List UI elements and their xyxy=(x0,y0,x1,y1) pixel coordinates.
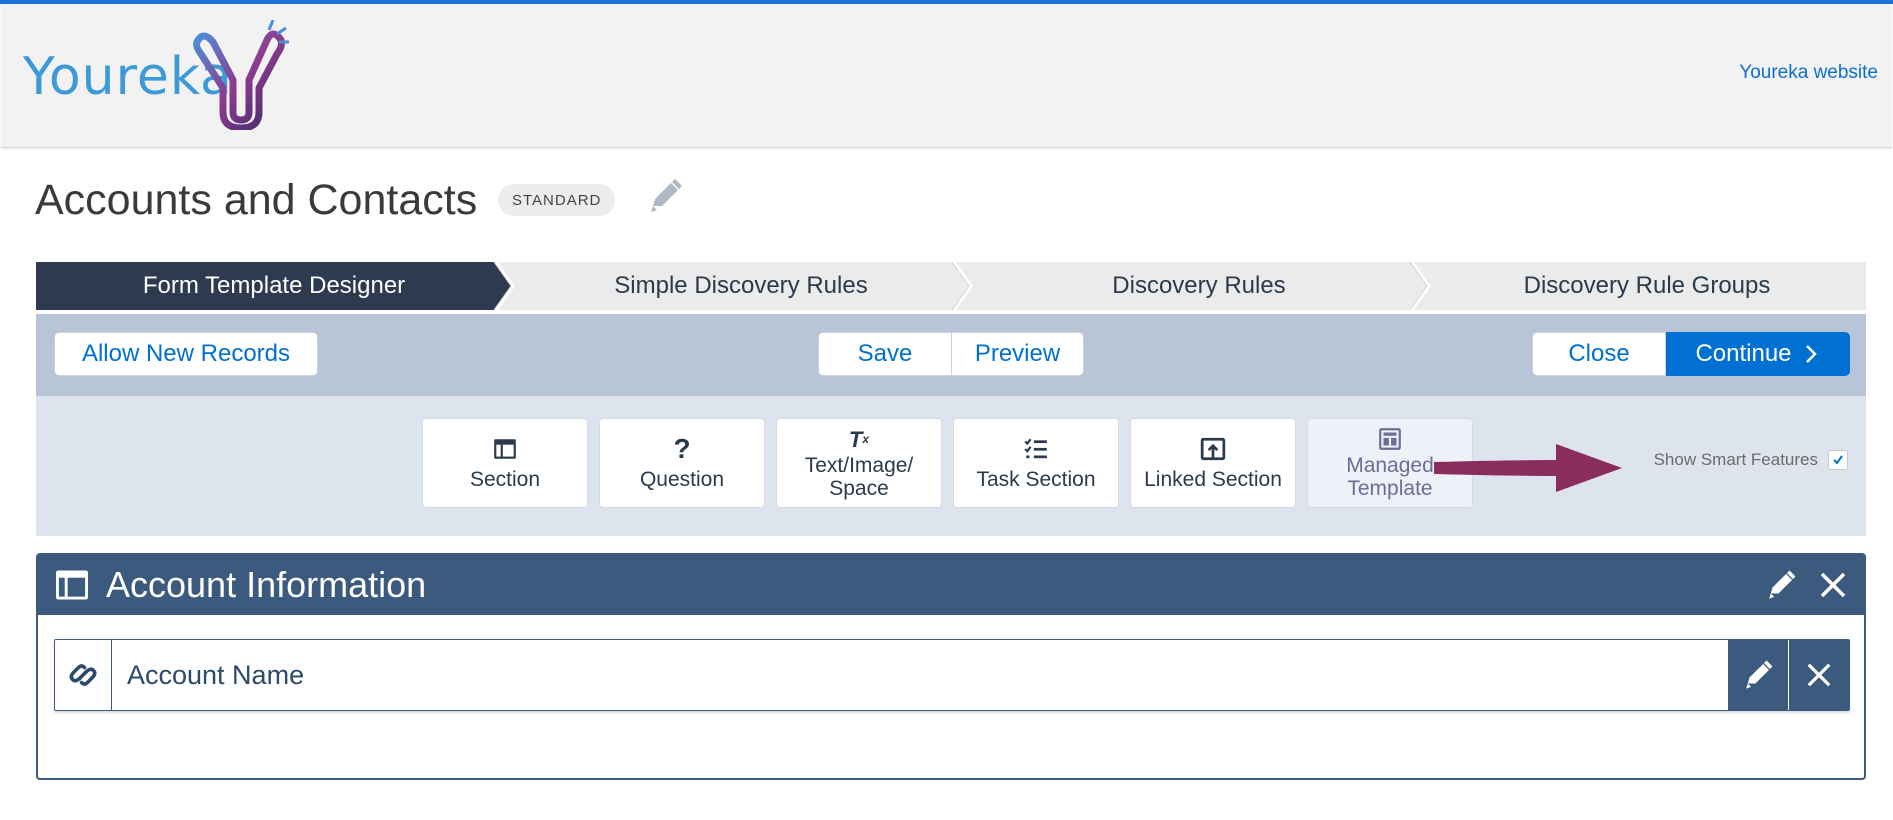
palette-task-section-tile[interactable]: Task Section xyxy=(953,418,1119,508)
annotation-arrow-icon xyxy=(1434,444,1622,492)
checkmark-icon xyxy=(1833,455,1843,465)
edit-title-pencil-icon[interactable] xyxy=(645,176,685,216)
edit-section-pencil-icon[interactable] xyxy=(1756,555,1806,615)
path-step-simple-discovery-rules[interactable]: Simple Discovery Rules xyxy=(512,262,970,310)
checklist-icon xyxy=(1024,438,1047,458)
continue-button[interactable]: Continue xyxy=(1666,332,1850,376)
path-step-discovery-rule-groups[interactable]: Discovery Rule Groups xyxy=(1428,262,1866,310)
progress-path: Form Template Designer Simple Discovery … xyxy=(36,262,1866,310)
palette-managed-template-label: Managed Template xyxy=(1346,454,1434,500)
save-preview-group: Save Preview xyxy=(818,332,1084,376)
section-title: Account Information xyxy=(106,564,427,605)
show-smart-features-toggle: Show Smart Features xyxy=(1654,450,1848,470)
text-format-icon: Tx xyxy=(848,426,870,452)
logo-y-mark xyxy=(193,20,289,130)
palette-task-section-label: Task Section xyxy=(976,467,1096,491)
close-continue-group: Close Continue xyxy=(1532,332,1850,376)
allow-new-records-button[interactable]: Allow New Records xyxy=(54,332,318,376)
question-icon: ? xyxy=(673,433,691,464)
palette-question-tile[interactable]: ? Question xyxy=(599,418,765,508)
app-header: Youreka Youreka website xyxy=(1,4,1892,148)
close-button[interactable]: Close xyxy=(1532,332,1666,376)
page-title: Accounts and Contacts xyxy=(35,176,478,224)
preview-button[interactable]: Preview xyxy=(952,332,1084,376)
chevron-right-icon xyxy=(1805,345,1817,363)
section-header: Account Information xyxy=(38,555,1864,615)
palette-text-image-space-tile[interactable]: Tx Text/Image/ Space xyxy=(776,418,942,508)
designer-toolbar: Allow New Records Save Preview Close Con… xyxy=(36,314,1866,396)
remove-section-close-icon[interactable] xyxy=(1808,555,1858,615)
account-information-section: Account Information Account Name xyxy=(36,553,1866,780)
edit-question-pencil-icon[interactable] xyxy=(1728,640,1789,710)
youreka-website-link[interactable]: Youreka website xyxy=(1739,62,1878,84)
link-icon xyxy=(55,640,112,710)
question-label: Account Name xyxy=(127,659,305,690)
remove-question-close-icon[interactable] xyxy=(1789,640,1849,710)
palette-text-image-space-label: Text/Image/ Space xyxy=(804,454,914,500)
template-icon xyxy=(1379,428,1401,450)
palette-section-tile[interactable]: Section xyxy=(422,418,588,508)
show-smart-features-checkbox[interactable] xyxy=(1828,450,1848,470)
save-button[interactable]: Save xyxy=(818,332,952,376)
path-step-discovery-rules[interactable]: Discovery Rules xyxy=(970,262,1428,310)
palette-linked-section-label: Linked Section xyxy=(1144,467,1282,491)
section-icon xyxy=(494,438,516,459)
continue-label: Continue xyxy=(1695,340,1792,367)
palette-linked-section-tile[interactable]: Linked Section xyxy=(1130,418,1296,508)
path-step-form-template-designer[interactable]: Form Template Designer xyxy=(36,262,512,310)
show-smart-features-label: Show Smart Features xyxy=(1653,450,1818,469)
section-icon xyxy=(56,570,88,600)
template-type-badge: STANDARD xyxy=(498,184,616,216)
question-row[interactable]: Account Name xyxy=(54,639,1850,711)
palette-question-label: Question xyxy=(639,467,725,491)
linked-section-icon xyxy=(1200,437,1226,460)
palette-section-label: Section xyxy=(469,467,541,491)
